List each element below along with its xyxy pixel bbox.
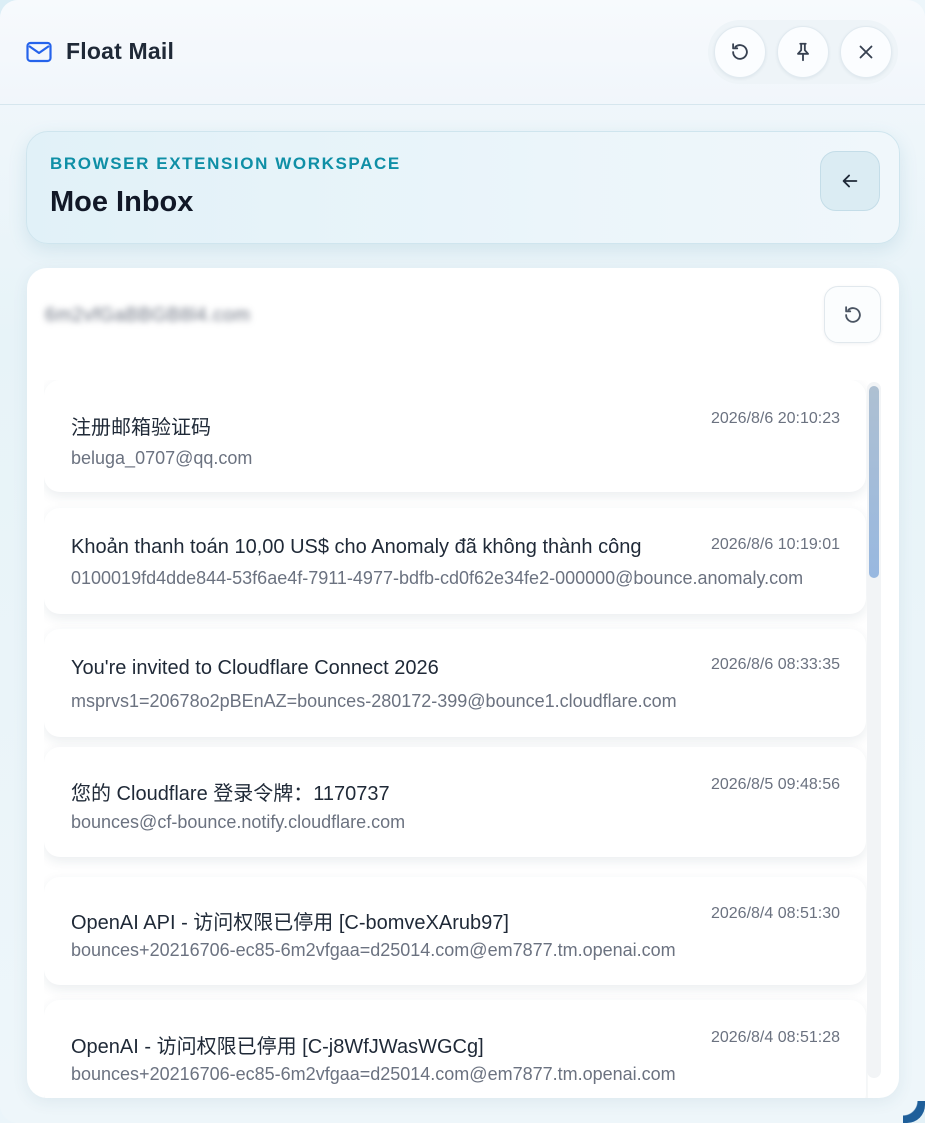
brand: Float Mail — [26, 38, 174, 65]
message-subject: 您的 Cloudflare 登录令牌：1170737 — [71, 783, 390, 805]
mail-icon — [26, 41, 52, 62]
message-time: 2026/8/5 09:48:56 — [710, 776, 840, 793]
message-sender: bounces+20216706-ec85-6m2vfgaa=d25014.co… — [71, 940, 676, 960]
reload-icon — [732, 43, 748, 60]
message-sender: bounces@cf-bounce.notify.cloudflare.com — [71, 812, 406, 832]
refresh-icon — [844, 305, 861, 323]
message-sender: beluga_0707@qq.com — [71, 448, 253, 468]
message-subject: OpenAI - 访问权限已停用 [C-j8WfJWasWGCg] — [71, 1036, 484, 1058]
message-item[interactable]: OpenAI - 访问权限已停用 [C-j8WfJWasWGCg] 2026/8… — [44, 1000, 866, 1098]
message-time: 2026/8/6 08:33:35 — [710, 656, 840, 673]
title-bar: Float Mail — [0, 0, 925, 105]
close-icon — [859, 45, 873, 59]
message-list-panel: 6m2vfGaBBGB8l4.com 注册邮箱验证码 2026/8/6 20:1… — [27, 268, 899, 1098]
message-time: 2026/8/4 08:51:30 — [710, 905, 840, 922]
message-subject: You're invited to Cloudflare Connect 202… — [71, 657, 439, 679]
window-corner — [903, 1101, 925, 1123]
pin-icon — [797, 42, 809, 62]
message-item[interactable]: Khoản thanh toán 10,00 US$ cho Anomaly đ… — [44, 508, 866, 614]
message-item[interactable]: 您的 Cloudflare 登录令牌：1170737 2026/8/5 09:4… — [44, 747, 866, 857]
scrollbar[interactable] — [867, 382, 881, 1078]
refresh-button[interactable] — [824, 286, 881, 343]
message-time: 2026/8/4 08:51:28 — [710, 1029, 840, 1046]
app-window: Float Mail BROWSER EXTENSION WORKSPACE M… — [0, 0, 925, 1123]
message-sender: msprvs1=20678o2pBEnAZ=bounces-280172-399… — [71, 691, 677, 711]
close-button[interactable] — [840, 26, 892, 78]
message-subject: OpenAI API - 访问权限已停用 [C-bomveXArub97] — [71, 912, 509, 934]
inbox-title: Moe Inbox — [50, 186, 194, 218]
message-sender: 0100019fd4dde844-53f6ae4f-7911-4977-bdfb… — [71, 568, 804, 588]
message-subject: Khoản thanh toán 10,00 US$ cho Anomaly đ… — [71, 536, 642, 558]
message-item[interactable]: 注册邮箱验证码 2026/8/6 20:10:23 beluga_0707@qq… — [44, 380, 866, 492]
mailbox-address: 6m2vfGaBBGB8l4.com — [45, 305, 251, 326]
window-actions — [708, 20, 898, 84]
message-list[interactable]: 注册邮箱验证码 2026/8/6 20:10:23 beluga_0707@qq… — [44, 380, 868, 1098]
reload-window-button[interactable] — [714, 26, 766, 78]
scrollbar-thumb[interactable] — [869, 386, 879, 578]
message-sender: bounces+20216706-ec85-6m2vfgaa=d25014.co… — [71, 1064, 676, 1084]
message-item[interactable]: OpenAI API - 访问权限已停用 [C-bomveXArub97] 20… — [44, 877, 866, 985]
workspace-header: BROWSER EXTENSION WORKSPACE Moe Inbox — [26, 131, 900, 244]
workspace-eyebrow: BROWSER EXTENSION WORKSPACE — [50, 154, 401, 173]
message-time: 2026/8/6 10:19:01 — [710, 536, 840, 553]
arrow-left-icon — [842, 174, 858, 188]
message-item[interactable]: You're invited to Cloudflare Connect 202… — [44, 629, 866, 737]
message-time: 2026/8/6 20:10:23 — [710, 410, 840, 427]
app-title: Float Mail — [66, 38, 175, 64]
back-button[interactable] — [820, 151, 880, 211]
pin-button[interactable] — [777, 26, 829, 78]
message-subject: 注册邮箱验证码 — [71, 417, 211, 439]
